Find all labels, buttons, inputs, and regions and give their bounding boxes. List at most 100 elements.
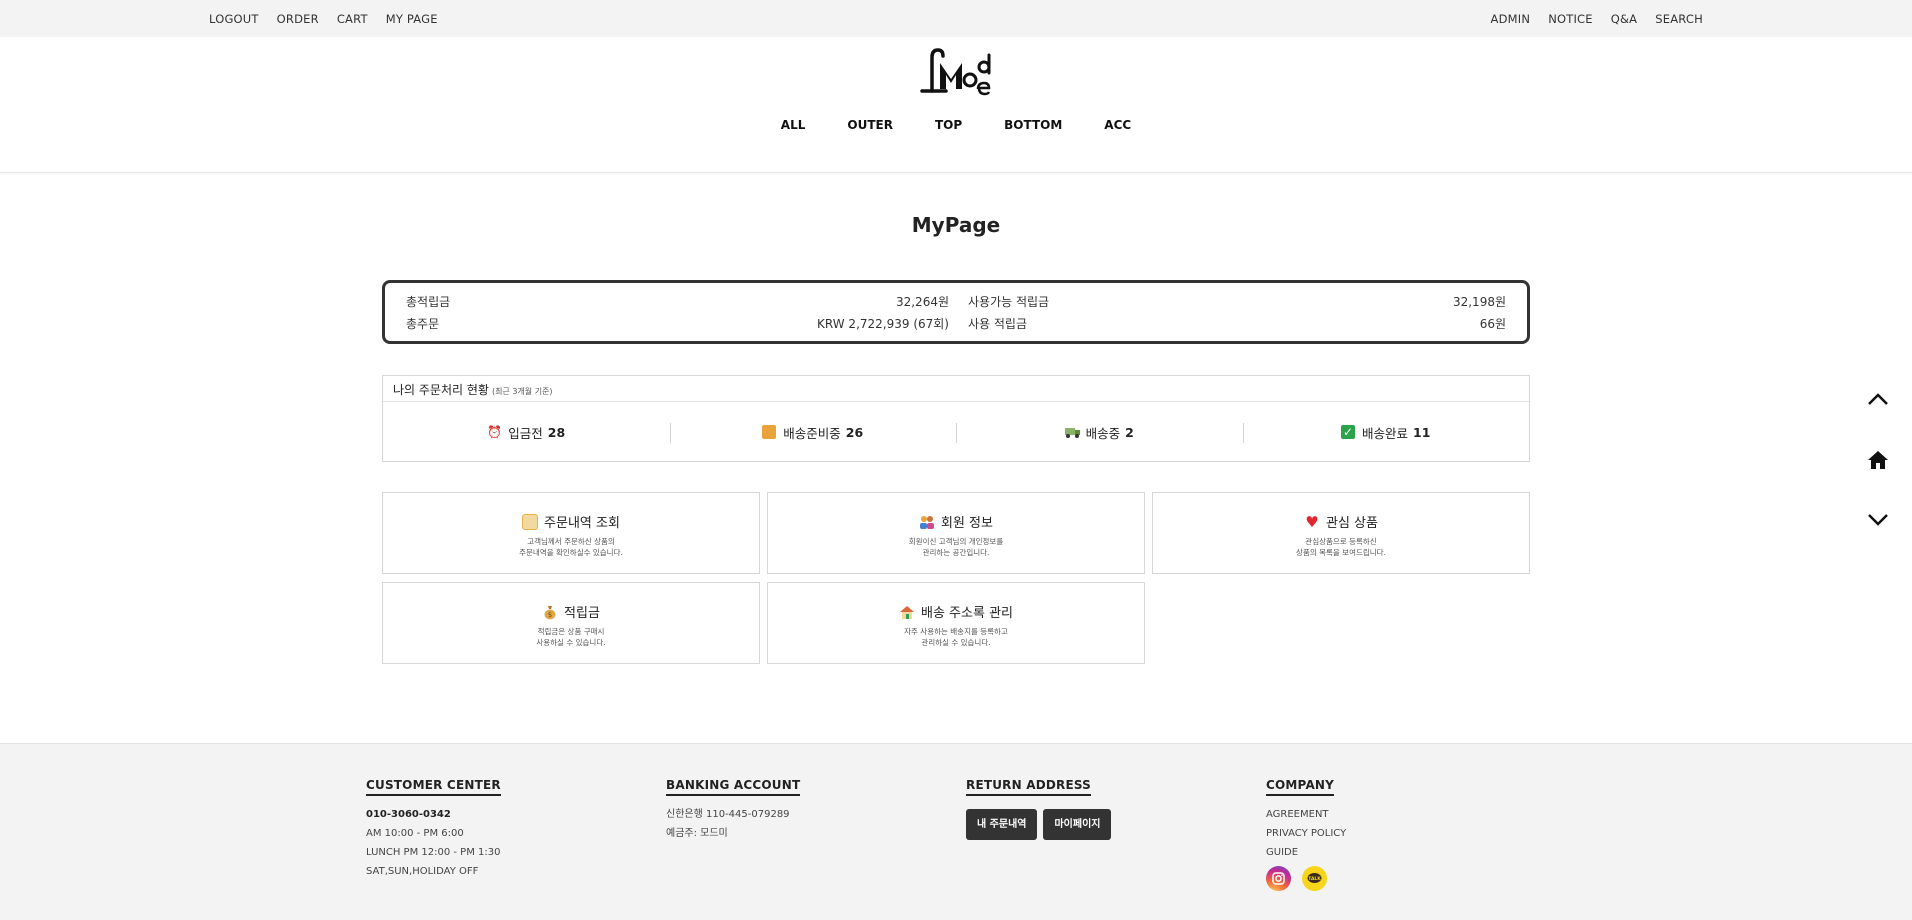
- logout-link[interactable]: LOGOUT: [209, 12, 259, 26]
- scroll-bottom-button[interactable]: [1866, 507, 1890, 531]
- status-label: 배송준비중: [783, 425, 841, 441]
- card-title-row: 주문내역 조회: [383, 512, 759, 531]
- card-desc-line: 적립금은 상품 구매시: [537, 627, 605, 636]
- chevron-up-icon: [1868, 393, 1888, 405]
- customer-lunch: LUNCH PM 12:00 - PM 1:30: [366, 847, 501, 858]
- order-status-subtitle: (최근 3개월 기준): [491, 387, 553, 396]
- customer-center-title: CUSTOMER CENTER: [366, 778, 501, 796]
- status-count: 26: [845, 424, 864, 440]
- qna-link[interactable]: Q&A: [1611, 12, 1638, 26]
- available-points-value: 32,198원: [1452, 295, 1506, 309]
- site-footer: CUSTOMER CENTER 010-3060-0342 AM 10:00 -…: [0, 743, 1912, 920]
- bank-account-holder: 예금주: 모드미: [666, 828, 728, 839]
- card-title-row: 회원 정보: [768, 512, 1144, 531]
- company-section: COMPANY AGREEMENT PRIVACY POLICY GUIDE T…: [1266, 774, 1346, 891]
- guide-link[interactable]: GUIDE: [1266, 843, 1346, 862]
- nav-all[interactable]: ALL: [760, 118, 827, 132]
- wishlist-card[interactable]: ♥ 관심 상품 관심상품으로 등록하신 상품의 목록을 보여드립니다.: [1152, 492, 1530, 574]
- chevron-down-icon: [1868, 514, 1888, 526]
- top-utility-bar: LOGOUT ORDER CART MY PAGE ADMIN NOTICE Q…: [0, 0, 1912, 37]
- bank-account-number: 신한은행 110-445-079289: [666, 809, 790, 820]
- order-link[interactable]: ORDER: [277, 12, 319, 26]
- used-points-label: 사용 적립금: [968, 317, 1028, 331]
- points-summary-box: 총적립금 32,264원 사용가능 적립금 32,198원 총주문 KRW 2,…: [382, 280, 1530, 344]
- points-card[interactable]: $ 적립금 적립금은 상품 구매시 사용하실 수 있습니다.: [382, 582, 760, 664]
- order-status-title: 나의 주문처리 현황: [393, 383, 489, 397]
- heart-icon: ♥: [1305, 512, 1319, 531]
- home-button[interactable]: [1866, 448, 1890, 472]
- card-description: 고객님께서 주문하신 상품의 주문내역을 확인하실수 있습니다.: [383, 536, 759, 558]
- total-points-label: 총적립금: [406, 295, 451, 309]
- customer-hours: AM 10:00 - PM 6:00: [366, 828, 464, 839]
- card-desc-line: 관리하는 공간입니다.: [922, 548, 990, 557]
- agreement-link[interactable]: AGREEMENT: [1266, 805, 1346, 824]
- privacy-policy-link[interactable]: PRIVACY POLICY: [1266, 824, 1346, 843]
- card-desc-line: 자주 사용하는 배송지를 등록하고: [904, 627, 1008, 636]
- cart-link[interactable]: CART: [337, 12, 368, 26]
- site-header: ALL OUTER TOP BOTTOM ACC: [0, 37, 1912, 173]
- customer-center-section: CUSTOMER CENTER 010-3060-0342 AM 10:00 -…: [366, 774, 501, 881]
- my-page-link[interactable]: MY PAGE: [386, 12, 438, 26]
- people-icon: [919, 514, 935, 530]
- category-nav: ALL OUTER TOP BOTTOM ACC: [0, 118, 1912, 132]
- banking-account-section: BANKING ACCOUNT 신한은행 110-445-079289 예금주:…: [666, 774, 801, 843]
- status-label: 배송완료: [1362, 425, 1409, 441]
- order-status-row: ⏰ 입금전 28 배송준비중 26 배송중 2 ✓ 배송완료 11: [383, 402, 1529, 462]
- search-link[interactable]: SEARCH: [1655, 12, 1703, 26]
- card-title: 배송 주소록 관리: [921, 606, 1013, 621]
- alarm-clock-icon: ⏰: [487, 425, 503, 439]
- order-status-header: 나의 주문처리 현황 (최근 3개월 기준): [383, 376, 1529, 402]
- card-title: 주문내역 조회: [544, 516, 620, 531]
- site-logo[interactable]: [918, 47, 998, 99]
- status-label: 입금전: [508, 425, 543, 441]
- card-desc-line: 회원이신 고객님의 개인정보를: [908, 537, 1004, 546]
- card-title-row: $ 적립금: [383, 602, 759, 621]
- house-icon: [899, 604, 915, 620]
- nav-acc[interactable]: ACC: [1083, 118, 1152, 132]
- status-label: 배송중: [1085, 425, 1121, 441]
- truck-icon: [1064, 425, 1080, 439]
- nav-bottom[interactable]: BOTTOM: [983, 118, 1083, 132]
- member-info-card[interactable]: 회원 정보 회원이신 고객님의 개인정보를 관리하는 공간입니다.: [767, 492, 1145, 574]
- card-description: 자주 사용하는 배송지를 등록하고 관리하실 수 있습니다.: [768, 626, 1144, 648]
- my-orders-button[interactable]: 내 주문내역: [966, 809, 1038, 840]
- status-count: 2: [1125, 424, 1134, 440]
- order-history-card[interactable]: 주문내역 조회 고객님께서 주문하신 상품의 주문내역을 확인하실수 있습니다.: [382, 492, 760, 574]
- customer-off-days: SAT,SUN,HOLIDAY OFF: [366, 866, 479, 877]
- nav-outer[interactable]: OUTER: [826, 118, 914, 132]
- package-icon: [762, 425, 777, 439]
- banking-account-title: BANKING ACCOUNT: [666, 778, 801, 796]
- svg-text:TALK: TALK: [1308, 876, 1321, 882]
- company-title: COMPANY: [1266, 778, 1335, 796]
- scroll-top-button[interactable]: [1866, 388, 1890, 412]
- total-orders-value: KRW 2,722,939 (67회): [817, 317, 949, 331]
- top-right-links: ADMIN NOTICE Q&A SEARCH: [1491, 12, 1703, 26]
- checkbox-icon: ✓: [1341, 425, 1356, 439]
- social-links: TALK: [1266, 866, 1346, 891]
- kakaotalk-icon[interactable]: TALK: [1302, 866, 1327, 891]
- scroll-icon: [522, 513, 539, 530]
- address-book-card[interactable]: 배송 주소록 관리 자주 사용하는 배송지를 등록하고 관리하실 수 있습니다.: [767, 582, 1145, 664]
- nav-top[interactable]: TOP: [914, 118, 983, 132]
- card-description: 회원이신 고객님의 개인정보를 관리하는 공간입니다.: [768, 536, 1144, 558]
- available-points-label: 사용가능 적립금: [968, 295, 1050, 309]
- card-desc-line: 관심상품으로 등록하신: [1305, 537, 1377, 546]
- status-count: 28: [547, 424, 566, 440]
- card-description: 적립금은 상품 구매시 사용하실 수 있습니다.: [383, 626, 759, 648]
- mypage-button[interactable]: 마이페이지: [1043, 809, 1112, 840]
- home-icon: [1868, 451, 1888, 469]
- status-delivered[interactable]: ✓ 배송완료 11: [1242, 422, 1530, 443]
- card-description: 관심상품으로 등록하신 상품의 목록을 보여드립니다.: [1153, 536, 1529, 558]
- card-title: 관심 상품: [1326, 516, 1378, 531]
- card-title-row: ♥ 관심 상품: [1153, 512, 1529, 532]
- notice-link[interactable]: NOTICE: [1548, 12, 1593, 26]
- status-preparing[interactable]: 배송준비중 26: [669, 422, 957, 443]
- status-shipping[interactable]: 배송중 2: [956, 422, 1243, 443]
- instagram-icon[interactable]: [1266, 866, 1291, 891]
- card-desc-line: 사용하실 수 있습니다.: [536, 638, 606, 647]
- svg-text:$: $: [548, 611, 552, 619]
- admin-link[interactable]: ADMIN: [1491, 12, 1531, 26]
- return-address-title: RETURN ADDRESS: [966, 778, 1092, 796]
- card-desc-line: 관리하실 수 있습니다.: [921, 638, 991, 647]
- status-pending-payment[interactable]: ⏰ 입금전 28: [383, 423, 670, 442]
